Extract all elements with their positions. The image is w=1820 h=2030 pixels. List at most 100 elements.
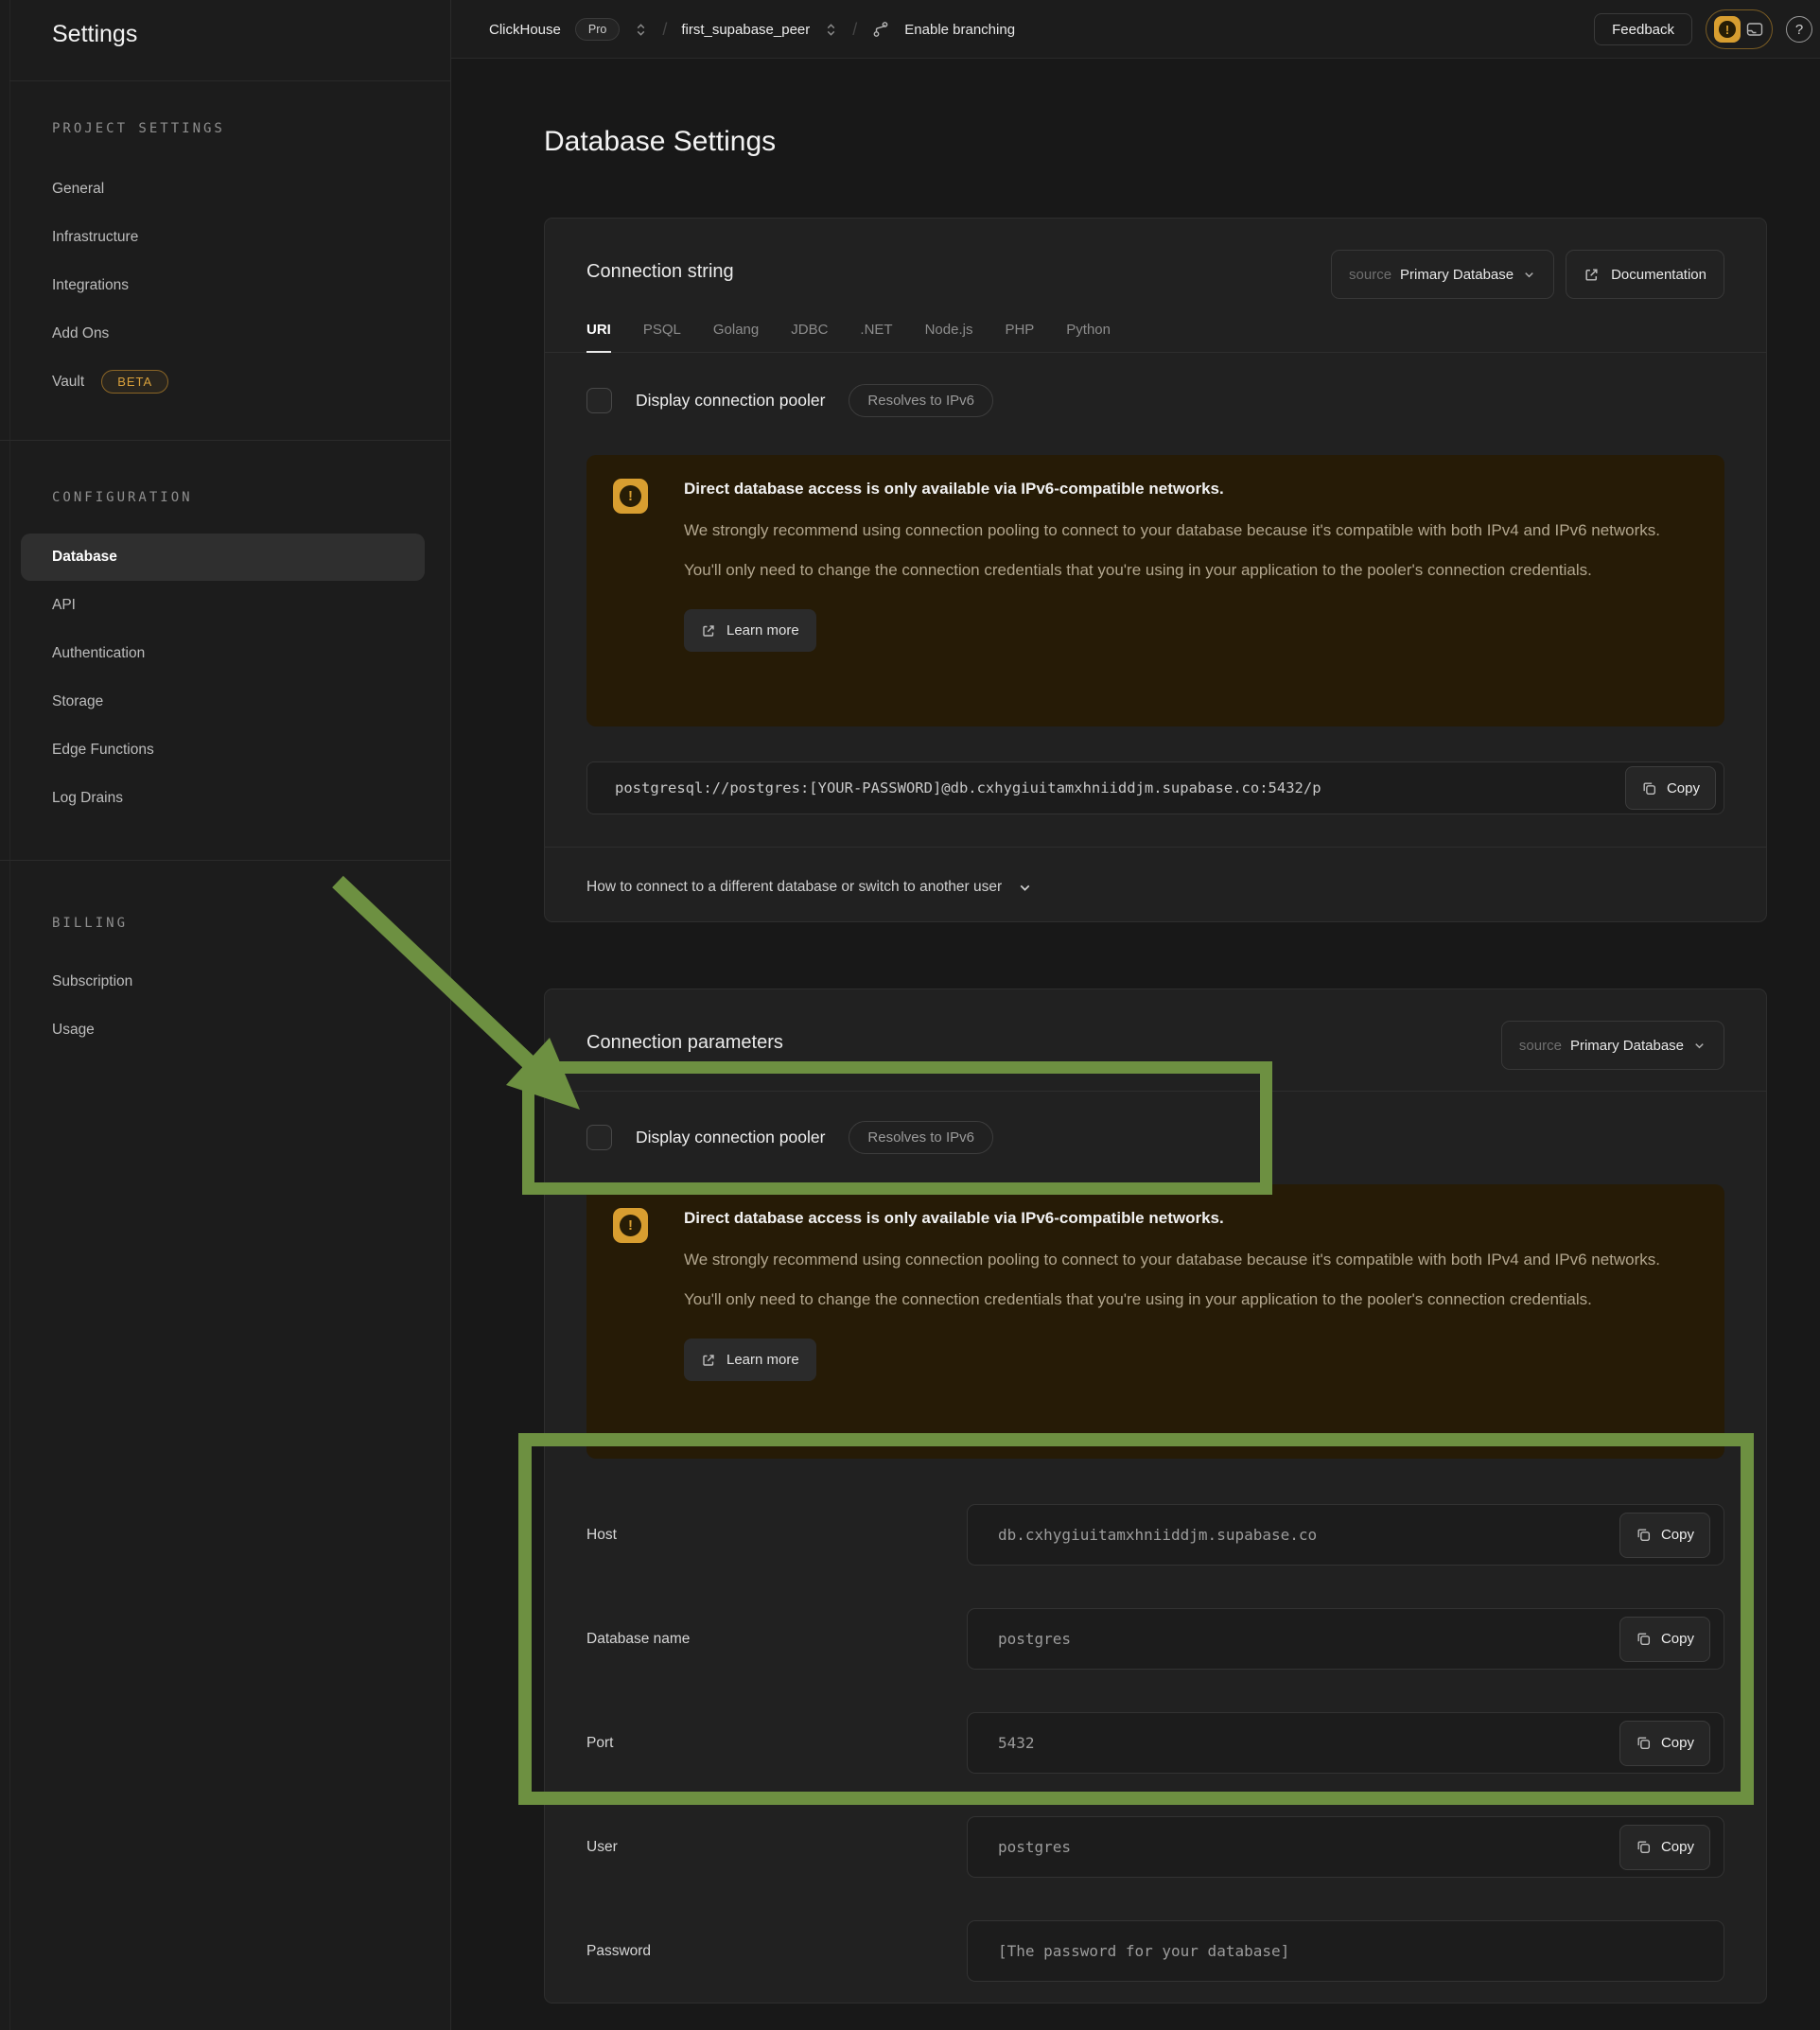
chevron-down-icon [1017,880,1033,896]
tab-php[interactable]: PHP [1005,322,1034,352]
enable-branching-button[interactable]: Enable branching [904,22,1015,38]
sidebar-item-infrastructure[interactable]: Infrastructure [21,213,425,261]
sidebar-item-integrations[interactable]: Integrations [21,261,425,309]
warning-body: We strongly recommend using connection p… [684,1240,1672,1320]
source-select[interactable]: source Primary Database [1501,1021,1724,1070]
connection-parameters-card: Connection parameters source Primary Dat… [544,989,1767,2004]
copy-user-button[interactable]: Copy [1619,1825,1710,1870]
host-field[interactable]: db.cxhygiuitamxhniiddjm.supabase.co Copy [967,1504,1724,1566]
warning-title: Direct database access is only available… [684,1209,1698,1228]
connect-help-toggle[interactable]: How to connect to a different database o… [545,847,1766,927]
source-label: source [1349,267,1391,283]
password-label: Password [586,1943,967,1960]
resolves-to-ipv6-badge: Resolves to IPv6 [849,1121,993,1154]
warning-title: Direct database access is only available… [684,480,1698,499]
project-switcher-icon[interactable] [824,23,838,37]
help-button[interactable]: ? [1786,16,1812,43]
branch-icon [871,20,890,39]
connection-parameters-header: Connection parameters source Primary Dat… [545,989,1766,1092]
notifications-button[interactable]: ! [1706,9,1773,49]
tab-dotnet[interactable]: .NET [860,322,892,352]
sidebar-item-api[interactable]: API [21,581,425,629]
sidebar-item-edge-functions[interactable]: Edge Functions [21,726,425,774]
chevron-down-icon [1522,268,1536,282]
org-switcher-icon[interactable] [634,23,648,37]
copy-label: Copy [1661,1527,1694,1543]
warning-icon: ! [613,1208,648,1243]
user-row: User postgres Copy [586,1816,1724,1878]
sidebar-item-general[interactable]: General [21,165,425,213]
connection-string-header: Connection string source Primary Databas… [545,219,1766,299]
display-connection-pooler-checkbox[interactable] [586,388,612,413]
database-name-value: postgres [998,1630,1071,1648]
warning-icon: ! [613,479,648,514]
documentation-label: Documentation [1611,267,1706,283]
alert-icon: ! [1714,16,1741,43]
sidebar-item-vault[interactable]: Vault BETA [21,358,425,406]
top-bar: ClickHouse Pro / first_supabase_peer / E… [451,0,1820,59]
tab-python[interactable]: Python [1066,322,1111,352]
password-field[interactable]: [The password for your database] [967,1920,1724,1982]
card-title: Connection string [586,250,734,283]
ipv6-warning: ! Direct database access is only availab… [586,1184,1724,1459]
sidebar-item-storage[interactable]: Storage [21,677,425,726]
sidebar-item-authentication[interactable]: Authentication [21,629,425,677]
tab-jdbc[interactable]: JDBC [791,322,828,352]
breadcrumb-separator: / [662,20,667,40]
user-label: User [586,1839,967,1856]
sidebar-item-database[interactable]: Database [21,534,425,581]
section-heading: BILLING [52,916,450,931]
database-name-field[interactable]: postgres Copy [967,1608,1724,1670]
org-name[interactable]: ClickHouse [489,22,561,38]
warning-body: We strongly recommend using connection p… [684,511,1672,590]
copy-label: Copy [1661,1631,1694,1647]
copy-port-button[interactable]: Copy [1619,1721,1710,1766]
learn-more-label: Learn more [726,622,799,639]
section-billing: BILLING Subscription Usage [0,860,450,1092]
port-value: 5432 [998,1734,1035,1752]
section-configuration: CONFIGURATION Database API Authenticatio… [0,440,450,860]
source-label: source [1519,1038,1562,1054]
external-link-icon [1584,267,1600,283]
database-settings-page: Settings PROJECT SETTINGS General Infras… [0,0,1820,2030]
copy-uri-button[interactable]: Copy [1625,766,1716,810]
source-select[interactable]: source Primary Database [1331,250,1554,299]
tab-psql[interactable]: PSQL [643,322,681,352]
user-value: postgres [998,1838,1071,1856]
learn-more-button[interactable]: Learn more [684,609,816,652]
section-heading: PROJECT SETTINGS [52,121,450,136]
copy-host-button[interactable]: Copy [1619,1513,1710,1558]
plan-badge: Pro [575,18,620,41]
learn-more-button[interactable]: Learn more [684,1339,816,1381]
connect-help-label: How to connect to a different database o… [586,879,1002,896]
sidebar-item-subscription[interactable]: Subscription [21,957,425,1006]
project-name[interactable]: first_supabase_peer [681,22,810,38]
sidebar-item-add-ons[interactable]: Add Ons [21,309,425,358]
database-name-label: Database name [586,1631,967,1648]
database-name-row: Database name postgres Copy [586,1608,1724,1670]
sidebar-item-log-drains[interactable]: Log Drains [21,774,425,822]
copy-icon [1636,1839,1652,1855]
learn-more-label: Learn more [726,1352,799,1368]
feedback-button[interactable]: Feedback [1594,13,1692,45]
host-value: db.cxhygiuitamxhniiddjm.supabase.co [998,1526,1317,1544]
port-field[interactable]: 5432 Copy [967,1712,1724,1774]
display-connection-pooler-checkbox[interactable] [586,1125,612,1150]
connection-uri-field[interactable]: postgresql://postgres:[YOUR-PASSWORD]@db… [586,761,1724,814]
tab-nodejs[interactable]: Node.js [925,322,973,352]
connection-uri-value: postgresql://postgres:[YOUR-PASSWORD]@db… [615,779,1321,796]
section-project-settings: PROJECT SETTINGS General Infrastructure … [0,80,450,440]
breadcrumb: ClickHouse Pro / first_supabase_peer / E… [489,0,1015,59]
copy-database-name-button[interactable]: Copy [1619,1617,1710,1662]
user-field[interactable]: postgres Copy [967,1816,1724,1878]
page-title: Database Settings [544,126,776,158]
copy-label: Copy [1661,1839,1694,1855]
ipv6-warning: ! Direct database access is only availab… [586,455,1724,726]
top-bar-actions: Feedback ! ? [1594,0,1812,59]
external-link-icon [701,1353,716,1368]
tab-golang[interactable]: Golang [713,322,759,352]
documentation-button[interactable]: Documentation [1566,250,1724,299]
connection-string-tabs: URI PSQL Golang JDBC .NET Node.js PHP Py… [545,322,1766,353]
tab-uri[interactable]: URI [586,322,611,353]
sidebar-item-usage[interactable]: Usage [21,1006,425,1054]
